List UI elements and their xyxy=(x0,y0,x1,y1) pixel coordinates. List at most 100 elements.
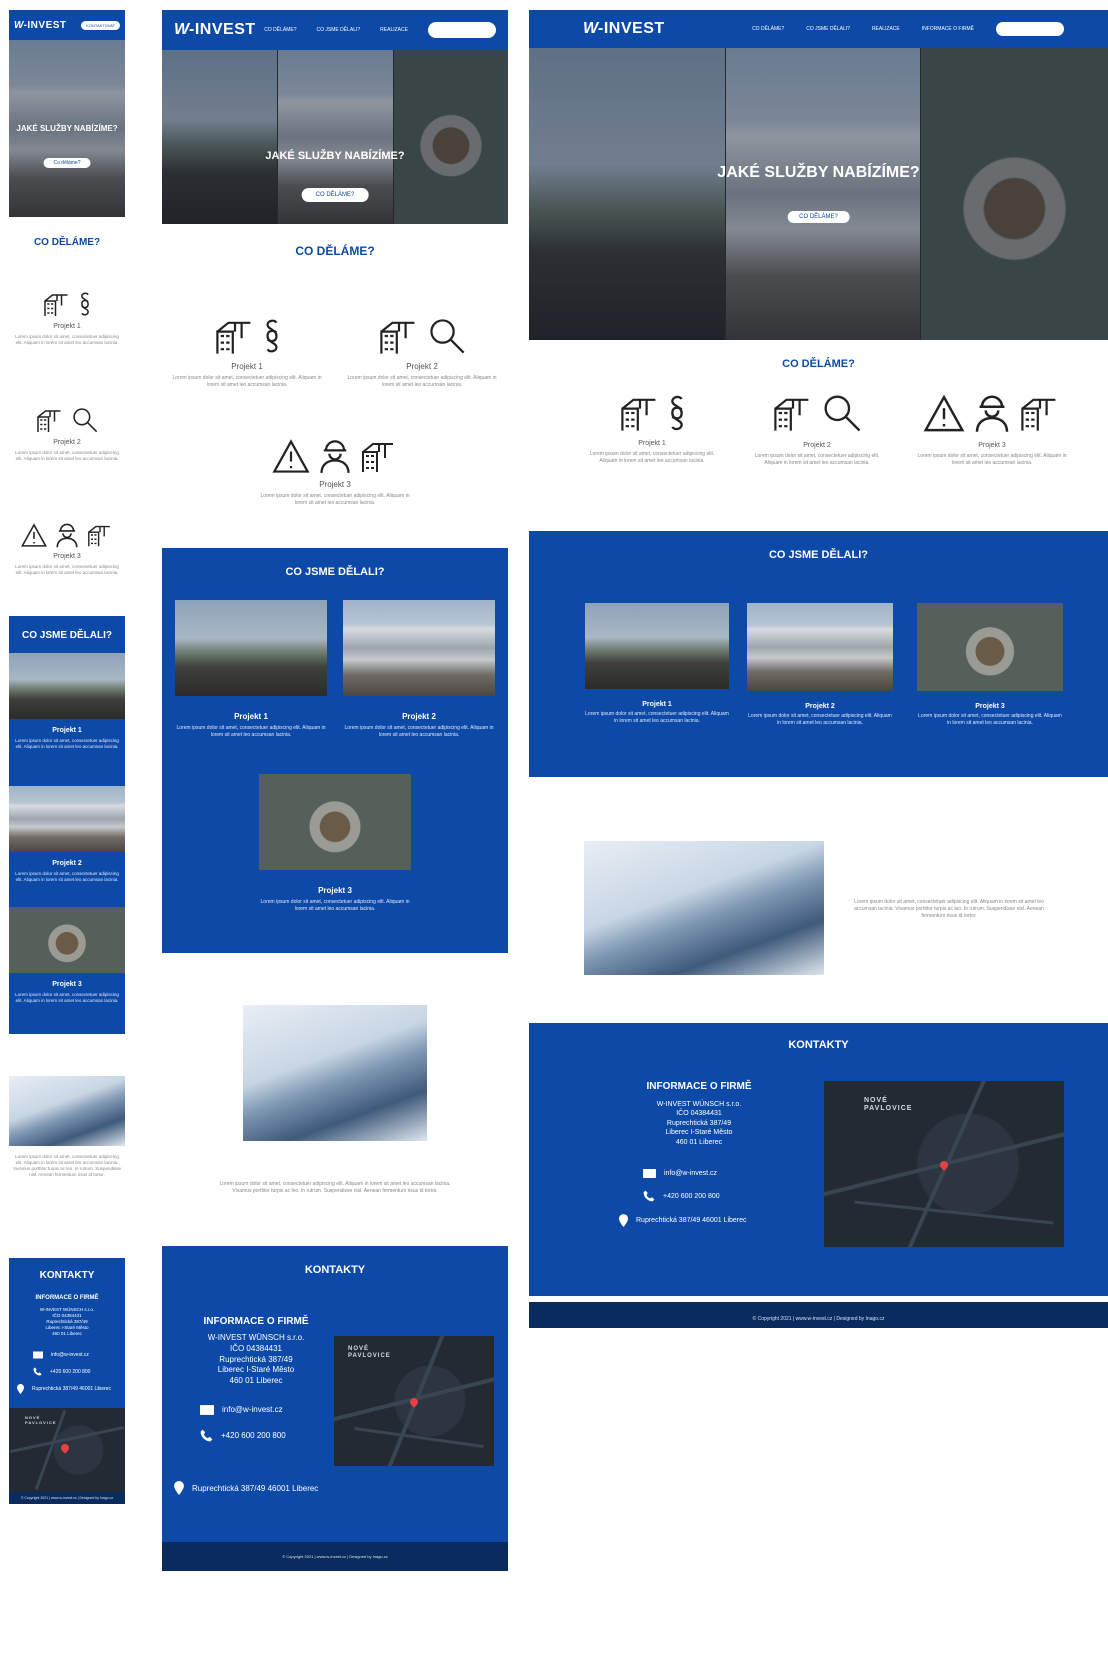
email-link[interactable]: info@w-invest.cz xyxy=(643,1169,779,1179)
mail-icon xyxy=(200,1405,214,1415)
project-title: Projekt 1 xyxy=(234,712,268,721)
address-link[interactable]: Ruprechtická 387/49 46001 Liberec xyxy=(174,1481,318,1495)
phone-link[interactable]: +420 600 200 800 xyxy=(643,1190,779,1202)
phone-icon xyxy=(200,1429,213,1442)
hero-button[interactable]: CO DĚLÁME? xyxy=(301,188,369,202)
project-text: Lorem ipsum dolor sit amet, consectetuer… xyxy=(15,564,119,576)
company-info-block: INFORMACE O FIRMĚ W-INVEST WÜNSCH s.r.o.… xyxy=(176,1316,336,1442)
project-title: Projekt 3 xyxy=(52,981,82,988)
email-link[interactable]: info@w-invest.cz xyxy=(200,1405,336,1415)
about-photo-house xyxy=(584,841,824,975)
mobile-service-2: Projekt 2 Lorem ipsum dolor sit amet, co… xyxy=(9,406,125,462)
project-photo-road xyxy=(585,603,729,689)
main-nav: CO DĚLÁME? CO JSME DĚLALI? REALIZACE INF… xyxy=(752,22,1064,36)
project-title: Projekt 3 xyxy=(319,480,351,489)
address-link[interactable]: Ruprechtická 387/49 46001 Liberec xyxy=(17,1384,125,1395)
section-title-contacts: KONTAKTY xyxy=(39,1270,95,1281)
warning-icon xyxy=(272,439,310,473)
project-photo-roundabout xyxy=(917,603,1063,691)
project-photo-road xyxy=(9,653,125,719)
magnifier-icon xyxy=(73,408,98,433)
worker-icon xyxy=(975,395,1009,432)
desktop-service-1: Projekt 1 Lorem ipsum dolor sit amet, co… xyxy=(587,392,717,465)
mobile-section-what-we-did: CO JSME DĚLALI? Projekt 1 Lorem ipsum do… xyxy=(9,616,125,1034)
nav-item-what-we-did[interactable]: CO JSME DĚLALI? xyxy=(317,27,361,33)
project-title: Projekt 1 xyxy=(53,323,81,330)
phone-link[interactable]: +420 600 200 800 xyxy=(33,1367,125,1376)
company-address: W-INVEST WÜNSCH s.r.o. IČO 04384431 Rupr… xyxy=(656,1101,742,1146)
tablet-hero: JAKÉ SLUŽBY NABÍZÍME? CO DĚLÁME? xyxy=(162,50,508,224)
crane-building-icon xyxy=(37,410,61,432)
project-title: Projekt 1 xyxy=(642,701,672,708)
company-address: W-INVEST WÜNSCH s.r.o. IČO 04384431 Rupr… xyxy=(39,1307,95,1337)
location-pin-icon xyxy=(174,1481,184,1495)
project-text: Lorem ipsum dolor sit amet, consectetuer… xyxy=(918,713,1062,726)
about-photo-house xyxy=(9,1076,125,1146)
worker-icon xyxy=(56,523,78,548)
logo[interactable]: W-INVEST xyxy=(174,21,256,39)
hero-title: JAKÉ SLUŽBY NABÍZÍME? xyxy=(265,150,405,162)
desktop-work-3: Projekt 3 Lorem ipsum dolor sit amet, co… xyxy=(917,603,1063,727)
tablet-header: W-INVEST CO DĚLÁME? CO JSME DĚLALI? REAL… xyxy=(162,10,508,50)
logo[interactable]: W-INVEST xyxy=(583,20,665,38)
desktop-hero: JAKÉ SLUŽBY NABÍZÍME? CO DĚLÁME? xyxy=(529,48,1108,340)
project-title: Projekt 3 xyxy=(975,703,1005,710)
company-info-block: INFORMACE O FIRMĚ W-INVEST WÜNSCH s.r.o.… xyxy=(619,1081,779,1228)
tablet-service-3: Projekt 3 Lorem ipsum dolor sit amet, co… xyxy=(260,438,410,514)
phone-link[interactable]: +420 600 200 800 xyxy=(200,1429,336,1442)
project-title: Projekt 2 xyxy=(53,439,81,446)
tablet-work-2: Projekt 2 Lorem ipsum dolor sit amet, co… xyxy=(343,600,495,746)
tablet-work-1: Projekt 1 Lorem ipsum dolor sit amet, co… xyxy=(175,600,327,739)
project-text: Lorem ipsum dolor sit amet, consectetuer… xyxy=(176,725,326,738)
desktop-section-contacts: KONTAKTY INFORMACE O FIRMĚ W-INVEST WÜNS… xyxy=(529,1023,1108,1328)
nav-item-company-info[interactable]: INFORMACE O FIRMĚ xyxy=(922,26,974,32)
company-info-title: INFORMACE O FIRMĚ xyxy=(35,1295,99,1301)
crane-building-icon xyxy=(1021,398,1056,431)
project-title: Projekt 2 xyxy=(406,362,438,371)
contact-cta-button[interactable]: KONTAKTOVAT xyxy=(427,22,496,38)
project-photo-roundabout xyxy=(259,774,411,870)
hero-title: JAKÉ SLUŽBY NABÍZÍME? xyxy=(16,124,118,133)
map-pin-icon[interactable] xyxy=(59,1442,71,1454)
nav-item-what-we-did[interactable]: CO JSME DĚLALI? xyxy=(806,26,850,32)
about-text: Lorem ipsum dolor sit amet, consectetuer… xyxy=(219,1181,451,1194)
section-title-what-we-did: CO JSME DĚLALI? xyxy=(21,630,112,641)
desktop-header: W-INVEST CO DĚLÁME? CO JSME DĚLALI? REAL… xyxy=(529,10,1108,48)
tablet-work-3: Projekt 3 Lorem ipsum dolor sit amet, co… xyxy=(259,774,411,920)
project-text: Lorem ipsum dolor sit amet, consectetuer… xyxy=(260,493,410,506)
email-link[interactable]: info@w-invest.cz xyxy=(33,1351,125,1359)
location-map[interactable]: NOVÉ PAVLOVICE xyxy=(9,1408,125,1493)
project-title: Projekt 1 xyxy=(231,362,263,371)
contact-cta-button[interactable]: KONTAKTOVAT xyxy=(995,22,1064,36)
project-title: Projekt 3 xyxy=(318,886,352,895)
location-pin-icon xyxy=(17,1384,24,1395)
nav-item-what-we-do[interactable]: CO DĚLÁME? xyxy=(264,27,296,33)
project-title: Projekt 2 xyxy=(803,442,831,449)
tablet-service-2: Projekt 2 Lorem ipsum dolor sit amet, co… xyxy=(347,316,497,396)
project-title: Projekt 1 xyxy=(52,727,82,734)
section-title-contacts: KONTAKTY xyxy=(304,1264,366,1276)
location-map[interactable]: NOVÉ PAVLOVICE xyxy=(334,1336,494,1466)
company-info-title: INFORMACE O FIRMĚ xyxy=(203,1316,309,1327)
nav-item-realizations[interactable]: REALIZACE xyxy=(872,26,900,32)
project-text: Lorem ipsum dolor sit amet, consectetuer… xyxy=(15,871,119,883)
worker-icon xyxy=(320,440,350,473)
nav-item-realizations[interactable]: REALIZACE xyxy=(380,27,408,33)
nav-item-what-we-do[interactable]: CO DĚLÁME? xyxy=(752,26,784,32)
project-title: Projekt 2 xyxy=(805,703,835,710)
project-text: Lorem ipsum dolor sit amet, consectetuer… xyxy=(344,725,494,738)
crane-building-icon xyxy=(621,398,656,431)
section-title-what-we-do: CO DĚLÁME? xyxy=(295,244,375,258)
project-text: Lorem ipsum dolor sit amet, consectetuer… xyxy=(15,450,119,462)
project-text: Lorem ipsum dolor sit amet, consectetuer… xyxy=(15,738,119,750)
contact-cta-button[interactable]: KONTAKTOVAT xyxy=(81,20,120,30)
hero-button[interactable]: Co děláme? xyxy=(43,158,91,168)
desktop-services: Projekt 1 Lorem ipsum dolor sit amet, co… xyxy=(529,370,1108,531)
logo[interactable]: W-INVEST xyxy=(14,20,67,31)
hero-button[interactable]: CO DĚLÁME? xyxy=(787,211,850,223)
project-text: Lorem ipsum dolor sit amet, consectetuer… xyxy=(15,992,119,1004)
location-map[interactable]: NOVÉ PAVLOVICE xyxy=(824,1081,1064,1247)
address-link[interactable]: Ruprechtická 387/49 46001 Liberec xyxy=(619,1214,779,1228)
map-district-label: NOVÉ PAVLOVICE xyxy=(348,1346,391,1360)
mobile-service-3: Projekt 3 Lorem ipsum dolor sit amet, co… xyxy=(9,522,125,576)
